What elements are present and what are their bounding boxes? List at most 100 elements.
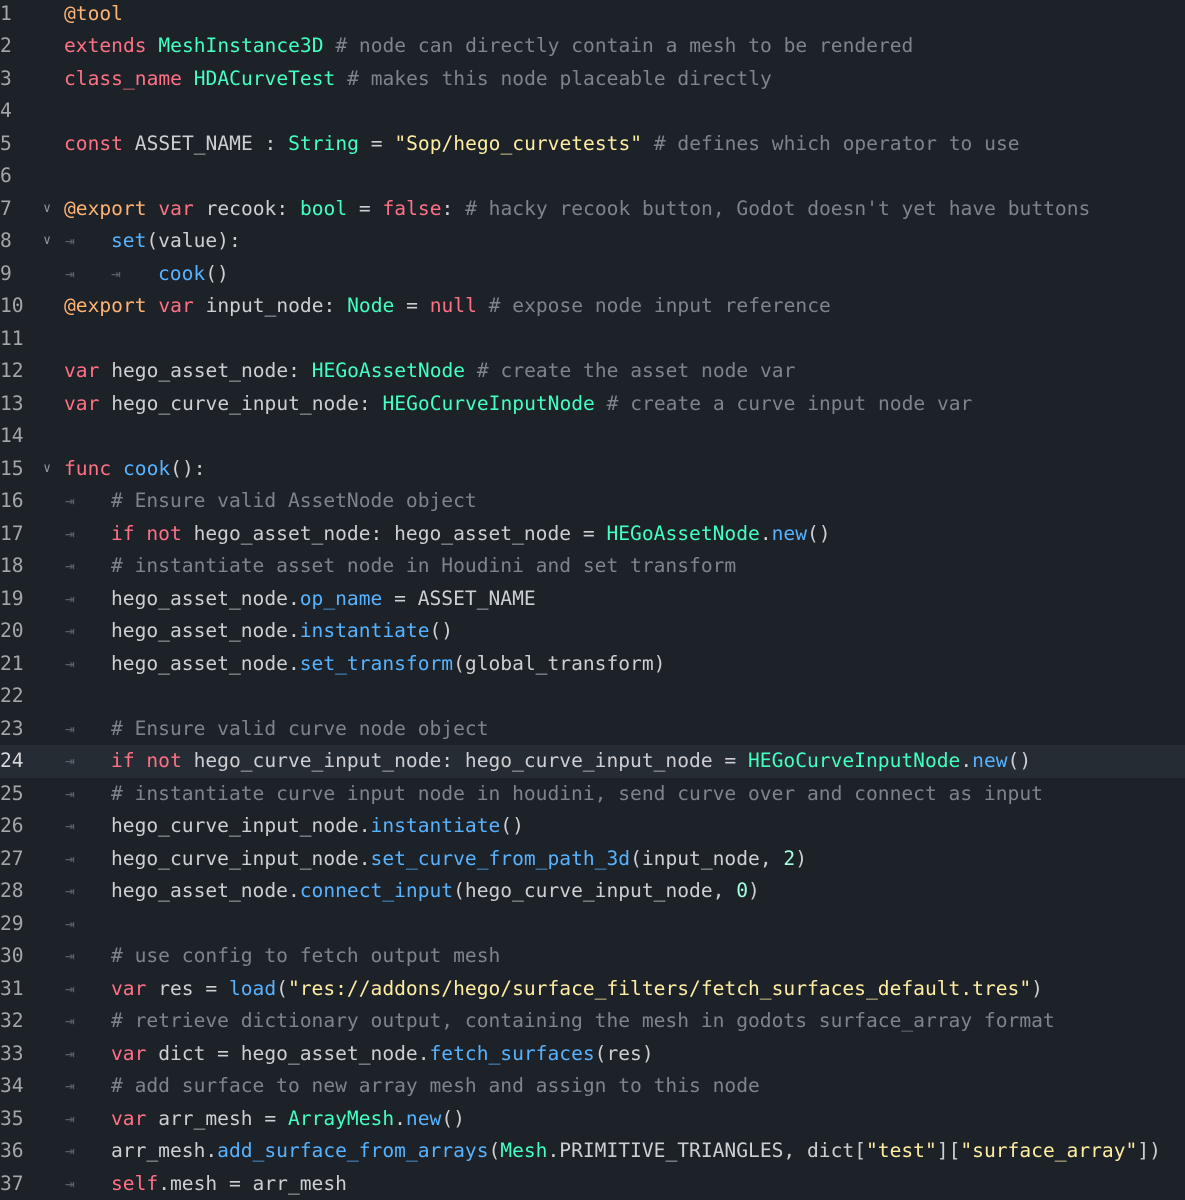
code-token: ASSET_NAME : <box>134 131 289 155</box>
code-token: var <box>64 359 112 382</box>
code-line[interactable]: 18 ⇥ # instantiate asset node in Houdini a… <box>0 550 1185 583</box>
code-line[interactable]: 14 <box>0 420 1185 453</box>
code-line[interactable]: 25 ⇥ # instantiate curve input node in hou… <box>0 778 1185 811</box>
chevron-down-icon[interactable]: ∨ <box>39 193 55 226</box>
code-line[interactable]: 37 ⇥ self.mesh = arr_mesh <box>0 1168 1185 1200</box>
code-token: # expose node input reference <box>476 294 831 317</box>
code-line[interactable]: 3 class_name HDACurveTest # makes this no… <box>0 63 1185 96</box>
line-number: 27 <box>0 846 24 870</box>
code-token: hego_asset_node. <box>111 651 300 675</box>
line-number: 28 <box>0 879 24 902</box>
tab-indent-icon: ⇥ <box>65 523 75 543</box>
code-line[interactable]: 28 ⇥ hego_asset_node.connect_input(hego_cu… <box>0 875 1185 908</box>
line-number: 34 <box>0 1074 24 1097</box>
code-line[interactable]: 34 ⇥ # add surface to new array mesh and a… <box>0 1070 1185 1103</box>
code-token: Node <box>347 294 395 317</box>
code-line[interactable]: 6 <box>0 160 1185 193</box>
code-line[interactable]: 24 ⇥ if not hego_curve_input_node: hego_cu… <box>0 745 1185 778</box>
code-token: "surface_array" <box>960 1139 1138 1162</box>
code-line[interactable]: 2 extends MeshInstance3D # node can direc… <box>0 30 1185 63</box>
code-text: # instantiate asset node in Houdini and … <box>111 550 736 583</box>
code-text: hego_asset_node.op_name = ASSET_NAME <box>111 583 536 616</box>
code-token: = ASSET_NAME <box>382 586 536 610</box>
code-token: # makes this node placeable directly <box>335 66 772 90</box>
code-line[interactable]: 33 ⇥ var dict = hego_asset_node.fetch_surf… <box>0 1038 1185 1071</box>
code-token: "res://addons/hego/surface_filters/fetch… <box>287 976 1032 1000</box>
code-line[interactable]: 20 ⇥ hego_asset_node.instantiate() <box>0 615 1185 648</box>
line-number: 15 <box>0 456 24 480</box>
line-number: 26 <box>0 814 24 837</box>
line-number: 6 <box>0 164 12 187</box>
code-text: # instantiate curve input node in houdin… <box>111 778 1043 811</box>
code-editor[interactable]: 1 @tool 2 extends MeshInstance3D # node can… <box>0 0 1185 1200</box>
line-number: 5 <box>0 131 12 155</box>
line-number: 11 <box>0 326 24 350</box>
code-line[interactable]: 29 ⇥ <box>0 908 1185 941</box>
code-token: ) <box>1031 976 1043 1000</box>
code-token: arr_mesh. <box>111 1139 218 1162</box>
code-line[interactable]: 5 const ASSET_NAME : String = "Sop/hego_c… <box>0 128 1185 161</box>
code-token: false <box>382 196 442 220</box>
code-line[interactable]: 31 ⇥ var res = load("res://addons/hego/sur… <box>0 973 1185 1006</box>
code-line[interactable]: 4 <box>0 95 1185 128</box>
tab-indent-icon: ⇥ <box>65 653 75 673</box>
code-text: var arr_mesh = ArrayMesh.new() <box>111 1103 465 1136</box>
code-line[interactable]: 30 ⇥ # use config to fetch output mesh <box>0 940 1185 973</box>
code-token: (res) <box>594 1041 654 1065</box>
tab-indent-icon: ⇥ <box>65 556 75 575</box>
code-token: () <box>205 261 229 285</box>
code-line[interactable]: 22 <box>0 680 1185 713</box>
line-number: 20 <box>0 619 24 642</box>
code-token: hego_curve_input_node: hego_curve_input_… <box>193 749 749 772</box>
code-line[interactable]: 15 ∨ func cook(): <box>0 453 1185 486</box>
line-number: 32 <box>0 1009 24 1032</box>
code-text: var hego_asset_node: HEGoAssetNode # cre… <box>64 355 795 388</box>
code-token: hego_asset_node. <box>111 879 300 902</box>
code-line[interactable]: 21 ⇥ hego_asset_node.set_transform(global_… <box>0 648 1185 681</box>
code-line[interactable]: 23 ⇥ # Ensure valid curve node object <box>0 713 1185 746</box>
code-token: "test" <box>866 1139 937 1162</box>
code-line[interactable]: 12 var hego_asset_node: HEGoAssetNode # c… <box>0 355 1185 388</box>
code-line[interactable]: 32 ⇥ # retrieve dictionary output, contain… <box>0 1005 1185 1038</box>
code-token: HEGoCurveInputNode <box>748 749 961 772</box>
code-token: extends <box>64 34 159 57</box>
code-text: set(value): <box>111 225 241 258</box>
code-text: # use config to fetch output mesh <box>111 940 500 973</box>
code-line[interactable]: 8 ∨ ⇥ set(value): <box>0 225 1185 258</box>
line-number: 37 <box>0 1171 24 1195</box>
chevron-down-icon[interactable]: ∨ <box>39 225 55 258</box>
code-line[interactable]: 11 <box>0 323 1185 356</box>
code-line[interactable]: 36 ⇥ arr_mesh.add_surface_from_arrays(Mesh… <box>0 1135 1185 1168</box>
code-line[interactable]: 17 ⇥ if not hego_asset_node: hego_asset_no… <box>0 518 1185 551</box>
code-line[interactable]: 16 ⇥ # Ensure valid AssetNode object <box>0 485 1185 518</box>
code-token: hego_asset_node: <box>111 359 312 382</box>
code-token: const <box>64 131 135 155</box>
code-token: hego_asset_node: hego_asset_node = <box>193 521 607 545</box>
code-token: arr_mesh = <box>158 1106 288 1130</box>
line-number: 8 <box>0 229 12 252</box>
code-line[interactable]: 9 ⇥ ⇥ cook() <box>0 258 1185 291</box>
code-line[interactable]: 27 ⇥ hego_curve_input_node.set_curve_from_… <box>0 843 1185 876</box>
code-token: cook <box>158 261 206 285</box>
code-token: (hego_curve_input_node, <box>453 879 737 902</box>
code-line[interactable]: 7 ∨ @export var recook: bool = false: # ha… <box>0 193 1185 226</box>
code-token: () <box>807 521 831 545</box>
line-number: 12 <box>0 359 24 382</box>
line-number: 25 <box>0 781 24 805</box>
code-line[interactable]: 1 @tool <box>0 0 1185 30</box>
code-line[interactable]: 13 var hego_curve_input_node: HEGoCurveIn… <box>0 388 1185 421</box>
code-text: # Ensure valid AssetNode object <box>111 485 477 518</box>
code-line[interactable]: 26 ⇥ hego_curve_input_node.instantiate() <box>0 810 1185 843</box>
line-number: 22 <box>0 684 24 707</box>
chevron-down-icon[interactable]: ∨ <box>39 453 55 486</box>
code-text: if not hego_asset_node: hego_asset_node … <box>111 518 831 551</box>
code-line[interactable]: 19 ⇥ hego_asset_node.op_name = ASSET_NAME <box>0 583 1185 616</box>
tab-indent-icon: ⇥ <box>65 1076 75 1095</box>
line-number: 16 <box>0 489 24 512</box>
code-line[interactable]: 35 ⇥ var arr_mesh = ArrayMesh.new() <box>0 1103 1185 1136</box>
code-token: # Ensure valid curve node object <box>111 716 489 740</box>
code-token: .mesh = arr_mesh <box>158 1171 347 1195</box>
tab-indent-icon: ⇥ <box>65 1173 75 1193</box>
code-token: recook: <box>205 196 300 220</box>
code-line[interactable]: 10 @export var input_node: Node = null # … <box>0 290 1185 323</box>
